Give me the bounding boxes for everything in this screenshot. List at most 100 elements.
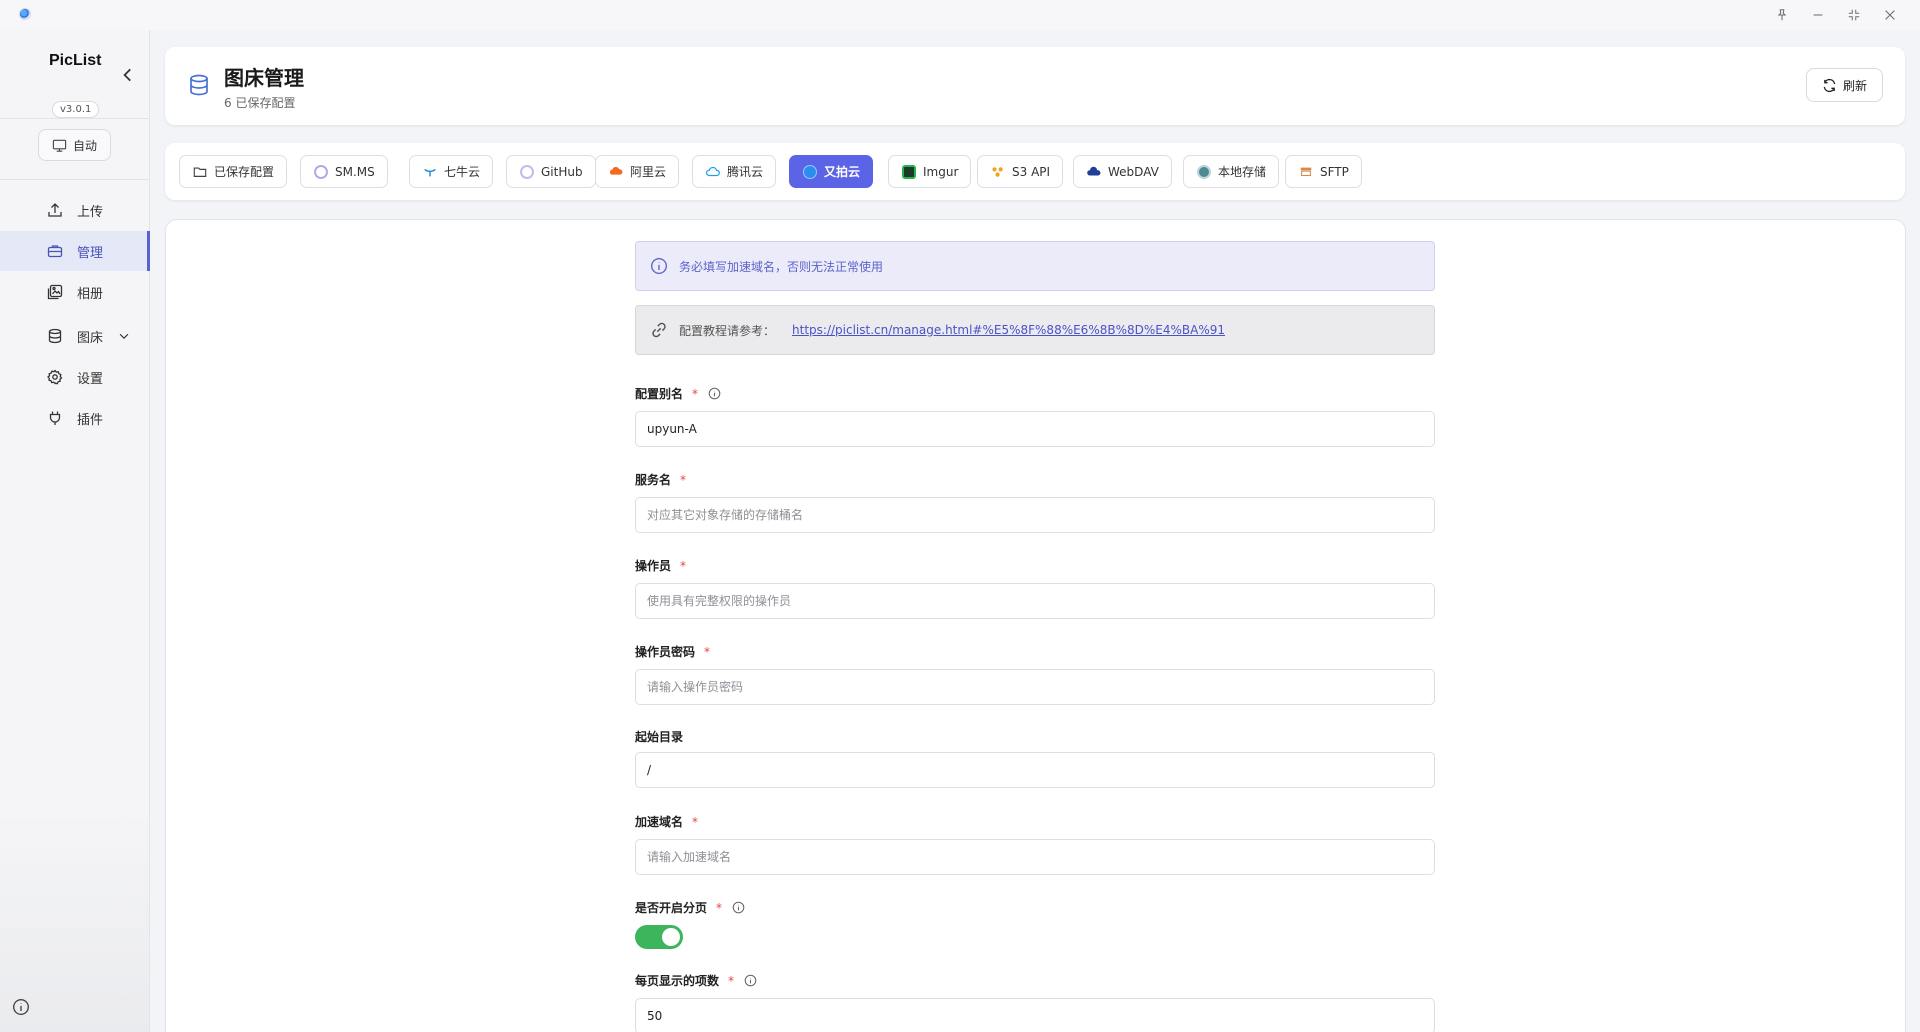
password-input[interactable] <box>635 669 1435 705</box>
alias-label: 配置别名 <box>635 387 684 401</box>
tab-smms[interactable]: SM.MS <box>300 155 388 188</box>
theme-toggle-button[interactable]: 自动 <box>38 129 111 161</box>
sidebar-item-label: 相册 <box>77 286 104 302</box>
domain-label-row: 加速域名 * <box>635 813 698 830</box>
info-icon[interactable] <box>708 387 721 400</box>
alert-text: 务必填写加速域名，否则无法正常使用 <box>679 259 884 274</box>
restore-icon[interactable] <box>1840 4 1868 26</box>
tab-s3[interactable]: S3 API <box>977 155 1064 188</box>
tab-local-storage[interactable]: 本地存储 <box>1183 155 1280 188</box>
info-icon[interactable] <box>12 998 30 1016</box>
page-title: 图床管理 <box>224 66 304 90</box>
page-subtitle: 6 已保存配置 <box>224 96 296 110</box>
required-marker: * <box>704 644 711 659</box>
qiniu-icon <box>424 168 436 176</box>
tencent-icon <box>706 166 720 176</box>
sidebar-divider <box>0 118 150 119</box>
operator-label: 操作员 <box>635 559 672 573</box>
operator-label-row: 操作员 * <box>635 557 686 574</box>
tab-github[interactable]: GitHub <box>506 155 596 188</box>
sidebar-item-label: 设置 <box>77 371 104 387</box>
required-marker: * <box>692 814 699 829</box>
sidebar-divider <box>0 179 150 180</box>
base-dir-label: 起始目录 <box>635 730 684 744</box>
header-card: 图床管理 6 已保存配置 刷新 <box>165 47 1905 125</box>
paging-toggle[interactable] <box>635 925 683 949</box>
picbed-tabs: 已保存配置 SM.MS 七牛云 GitHub 阿里云 腾讯云 又拍云 Imgur… <box>165 143 1905 200</box>
password-label-row: 操作员密码 * <box>635 643 710 660</box>
sidebar-item-manage[interactable]: 管理 <box>0 231 150 271</box>
tab-label: 七牛云 <box>444 165 481 179</box>
sidebar-item-plugins[interactable]: 插件 <box>0 398 150 438</box>
service-label: 服务名 <box>635 473 672 487</box>
service-label-row: 服务名 * <box>635 471 686 488</box>
sidebar-item-label: 上传 <box>77 204 104 220</box>
refresh-label: 刷新 <box>1842 78 1867 93</box>
folder-icon <box>193 166 207 177</box>
sidebar-item-picbed[interactable]: 图床 <box>0 316 150 356</box>
sidebar-item-upload[interactable]: 上传 <box>0 190 150 230</box>
tab-saved-configs[interactable]: 已保存配置 <box>179 155 288 188</box>
required-marker: * <box>680 472 687 487</box>
base-dir-label-row: 起始目录 <box>635 728 683 745</box>
sidebar-item-settings[interactable]: 设置 <box>0 357 150 397</box>
tab-label: 本地存储 <box>1218 165 1267 179</box>
sidebar-item-gallery[interactable]: 相册 <box>0 272 150 312</box>
sidebar-item-label: 插件 <box>77 412 104 428</box>
tab-label: 又拍云 <box>824 165 861 179</box>
tab-sftp[interactable]: SFTP <box>1285 155 1362 188</box>
tab-imgur[interactable]: Imgur <box>888 155 972 188</box>
monitor-icon <box>52 139 67 152</box>
sidebar-item-label: 图床 <box>77 330 104 346</box>
refresh-button[interactable]: 刷新 <box>1806 68 1883 102</box>
alias-input[interactable] <box>635 411 1435 447</box>
base-dir-input[interactable] <box>635 752 1435 788</box>
info-icon[interactable] <box>732 901 745 914</box>
alias-label-row: 配置别名 * <box>635 385 721 402</box>
chevron-left-icon[interactable] <box>119 66 137 84</box>
tab-tencent[interactable]: 腾讯云 <box>692 155 777 188</box>
toggle-knob <box>662 928 680 946</box>
tab-label: S3 API <box>1012 164 1051 179</box>
aliyun-icon <box>609 166 623 175</box>
password-label: 操作员密码 <box>635 645 696 659</box>
info-icon <box>651 258 667 274</box>
domain-required-alert: 务必填写加速域名，否则无法正常使用 <box>635 241 1435 291</box>
tutorial-link[interactable]: https://piclist.cn/manage.html#%E5%8F%88… <box>792 323 1225 337</box>
info-icon[interactable] <box>744 974 757 987</box>
smms-icon <box>314 164 328 179</box>
webdav-icon <box>1087 166 1101 175</box>
tab-label: 已保存配置 <box>214 165 275 179</box>
tab-label: 阿里云 <box>630 165 667 179</box>
tab-aliyun[interactable]: 阿里云 <box>595 155 680 188</box>
required-marker: * <box>728 973 735 988</box>
sidebar-item-label: 管理 <box>77 245 104 261</box>
per-page-label-row: 每页显示的项数 * <box>635 972 757 989</box>
sidebar-nav: 上传 管理 相册 图床 设置 插件 <box>0 190 150 439</box>
per-page-label: 每页显示的项数 <box>635 974 720 988</box>
close-icon[interactable] <box>1876 4 1904 26</box>
domain-input[interactable] <box>635 839 1435 875</box>
gallery-icon <box>47 284 63 300</box>
tab-qiniu[interactable]: 七牛云 <box>409 155 494 188</box>
database-icon <box>48 328 62 344</box>
minimize-icon[interactable] <box>1804 4 1832 26</box>
per-page-input[interactable] <box>635 998 1435 1032</box>
tab-webdav[interactable]: WebDAV <box>1073 155 1172 188</box>
gear-icon <box>47 369 63 385</box>
operator-input[interactable] <box>635 583 1435 619</box>
paging-label: 是否开启分页 <box>635 901 708 915</box>
pin-icon[interactable] <box>1768 4 1796 26</box>
sftp-icon <box>1300 167 1312 176</box>
tutorial-prefix: 配置教程请参考： <box>679 323 776 338</box>
tab-upyun[interactable]: 又拍云 <box>789 155 874 188</box>
s3-icon <box>992 166 1003 177</box>
imgur-icon <box>902 164 916 179</box>
version-badge: v3.0.1 <box>52 101 100 118</box>
app-name: PicList <box>49 52 102 69</box>
theme-label: 自动 <box>72 138 97 153</box>
domain-label: 加速域名 <box>635 815 684 829</box>
service-input[interactable] <box>635 497 1435 533</box>
paging-label-row: 是否开启分页 * <box>635 899 745 916</box>
local-storage-icon <box>1197 164 1211 179</box>
